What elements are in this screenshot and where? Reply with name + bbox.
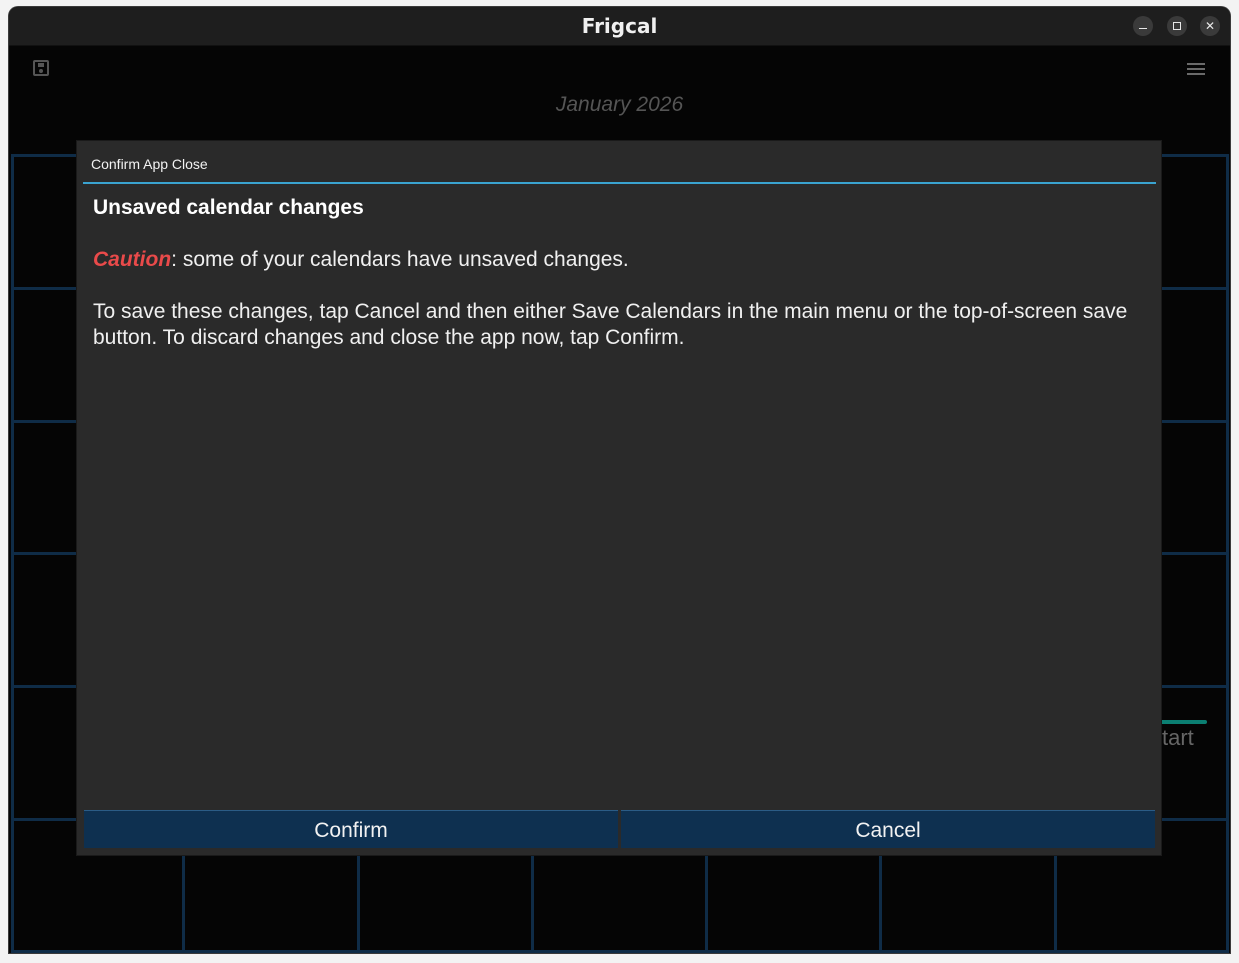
- cancel-button[interactable]: Cancel: [621, 810, 1155, 848]
- month-label: January 2026: [555, 93, 684, 116]
- caution-text: : some of your calendars have unsaved ch…: [171, 248, 629, 271]
- grid-line: [1226, 154, 1229, 953]
- close-icon: ✕: [1204, 19, 1216, 33]
- dialog-title: Confirm App Close: [91, 156, 208, 172]
- grid-line: [11, 154, 14, 953]
- grid-line: [1054, 852, 1057, 952]
- grid-line: [879, 852, 882, 952]
- grid-line: [705, 852, 708, 952]
- dialog-heading: Unsaved calendar changes: [93, 196, 364, 219]
- maximize-button[interactable]: [1167, 16, 1187, 36]
- grid-line: [357, 852, 360, 952]
- confirm-close-dialog: Confirm App Close Unsaved calendar chang…: [76, 140, 1162, 856]
- window-title: Frigcal: [581, 14, 658, 38]
- dialog-title-divider: [83, 182, 1156, 184]
- close-button[interactable]: ✕: [1200, 16, 1220, 36]
- minimize-button[interactable]: [1133, 16, 1153, 36]
- instructions-text: To save these changes, tap Cancel and th…: [93, 300, 1128, 349]
- event-color-bar: [1159, 720, 1207, 724]
- title-bar[interactable]: Frigcal ✕: [9, 7, 1230, 46]
- grid-line: [11, 950, 1228, 953]
- caution-label: Caution: [93, 248, 172, 271]
- grid-line: [182, 852, 185, 952]
- app-window: Frigcal ✕ January 2026 start Confirm App…: [9, 7, 1230, 953]
- caution-message: Caution: some of your calendars have uns…: [93, 247, 1133, 273]
- confirm-button[interactable]: Confirm: [84, 810, 618, 848]
- menu-icon[interactable]: [1187, 63, 1205, 75]
- save-icon[interactable]: [33, 60, 49, 76]
- minimize-icon: [1139, 27, 1147, 30]
- maximize-icon: [1173, 21, 1181, 30]
- grid-line: [531, 852, 534, 952]
